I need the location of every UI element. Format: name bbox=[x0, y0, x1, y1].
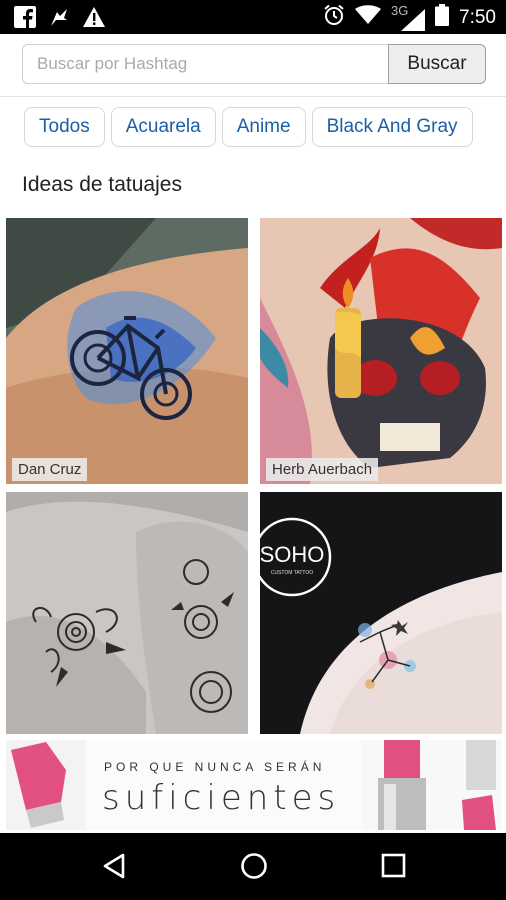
gallery-card-dan-cruz[interactable]: Dan Cruz bbox=[6, 218, 248, 484]
clock-time: 7:50 bbox=[459, 7, 496, 28]
back-icon[interactable] bbox=[101, 852, 127, 880]
category-chips: Todos Acuarela Anime Black And Gray bbox=[24, 107, 492, 149]
recents-icon[interactable] bbox=[381, 853, 407, 879]
status-bar: 3G 7:50 bbox=[0, 0, 506, 34]
ad-banner[interactable]: POR QUE NUNCA SERÁN suficientes bbox=[6, 740, 502, 830]
status-bar-left bbox=[14, 6, 106, 33]
battery-icon bbox=[435, 4, 450, 32]
home-icon[interactable] bbox=[239, 851, 269, 881]
mobile-signal: 3G bbox=[391, 3, 426, 31]
chip-black-and-gray[interactable]: Black And Gray bbox=[311, 107, 473, 147]
ad-headline: suficientes bbox=[102, 778, 341, 818]
gallery-card-soho[interactable]: SOHO CUSTOM TATTOO bbox=[260, 492, 502, 734]
navigation-bar bbox=[0, 833, 506, 900]
watercolor-bicycle-tattoo-image bbox=[6, 218, 248, 484]
section-title: Ideas de tatuajes bbox=[22, 173, 182, 196]
lipstick-image-right bbox=[362, 740, 502, 830]
search-button[interactable]: Buscar bbox=[388, 44, 486, 84]
facebook-icon bbox=[14, 6, 36, 33]
lipstick-image-left bbox=[6, 740, 86, 830]
alarm-icon bbox=[323, 4, 345, 32]
skull-candle-tattoo-image bbox=[260, 218, 502, 484]
floral-blackwork-tattoo-image bbox=[6, 492, 248, 734]
status-bar-right: 3G 7:50 bbox=[323, 3, 496, 32]
signal-icon bbox=[401, 9, 426, 31]
gallery-card-herb-auerbach[interactable]: Herb Auerbach bbox=[260, 218, 502, 484]
artist-name: Herb Auerbach bbox=[266, 458, 379, 481]
chip-todos[interactable]: Todos bbox=[24, 107, 105, 147]
hashtag-search-input[interactable] bbox=[22, 44, 388, 84]
chip-acuarela[interactable]: Acuarela bbox=[110, 107, 216, 147]
ad-tagline: POR QUE NUNCA SERÁN bbox=[104, 760, 326, 774]
fine-line-constellation-tattoo-image: SOHO CUSTOM TATTOO bbox=[260, 492, 502, 734]
warning-icon bbox=[82, 6, 106, 33]
chip-anime[interactable]: Anime bbox=[221, 107, 306, 147]
soho-logo-text: SOHO bbox=[260, 542, 324, 567]
wifi-icon bbox=[355, 5, 382, 31]
soho-logo-subtext: CUSTOM TATTOO bbox=[271, 570, 313, 576]
search-bar: Buscar bbox=[0, 34, 506, 97]
notification-flag-icon bbox=[48, 6, 70, 33]
artist-name: Dan Cruz bbox=[12, 458, 88, 481]
gallery-card-floral[interactable] bbox=[6, 492, 248, 734]
